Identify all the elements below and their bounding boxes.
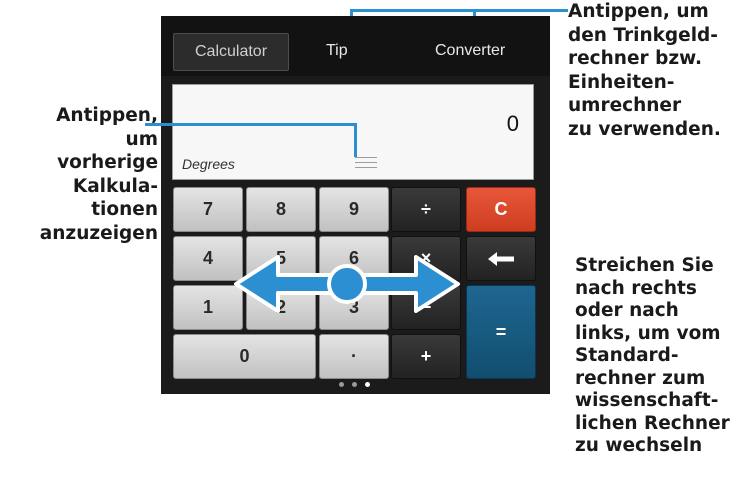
callout-line-history	[145, 123, 357, 126]
angle-mode-label: Degrees	[182, 156, 235, 172]
key-7[interactable]: 7	[173, 187, 243, 232]
tip-converter-callout: Antippen, um den Trinkgeld- rechner bzw.…	[568, 1, 721, 140]
history-handle-icon[interactable]	[355, 157, 377, 171]
backspace-key[interactable]	[466, 236, 536, 281]
swipe-callout: Streichen Sie nach rechts oder nach link…	[575, 255, 730, 456]
decimal-key[interactable]: ·	[319, 334, 389, 379]
clear-key[interactable]: C	[466, 187, 536, 232]
calculator-display: 0 Degrees	[172, 84, 534, 180]
callout-line-top	[350, 9, 568, 12]
key-9[interactable]: 9	[319, 187, 389, 232]
tab-tip[interactable]: Tip	[326, 42, 348, 60]
tab-bar: Calculator Tip Converter	[161, 16, 550, 76]
plus-key[interactable]: +	[391, 334, 461, 379]
divide-key[interactable]: ÷	[391, 187, 461, 232]
equals-key[interactable]: =	[466, 285, 536, 379]
swipe-arrow-icon	[234, 255, 460, 313]
key-8[interactable]: 8	[246, 187, 316, 232]
page-dot	[339, 382, 344, 387]
page-dot	[352, 382, 357, 387]
tab-calculator[interactable]: Calculator	[173, 33, 289, 71]
backspace-icon	[488, 251, 514, 266]
calculator-screen: Calculator Tip Converter 0 Degrees 7 8 9…	[161, 16, 550, 394]
display-value: 0	[506, 111, 519, 136]
tab-converter[interactable]: Converter	[435, 42, 505, 60]
page-dot-active	[365, 382, 370, 387]
history-callout: Antippen, um vorherige Kalkula- tionen a…	[39, 105, 158, 244]
callout-line-history-down	[354, 123, 357, 157]
key-0[interactable]: 0	[173, 334, 316, 379]
page-indicator	[339, 382, 373, 388]
